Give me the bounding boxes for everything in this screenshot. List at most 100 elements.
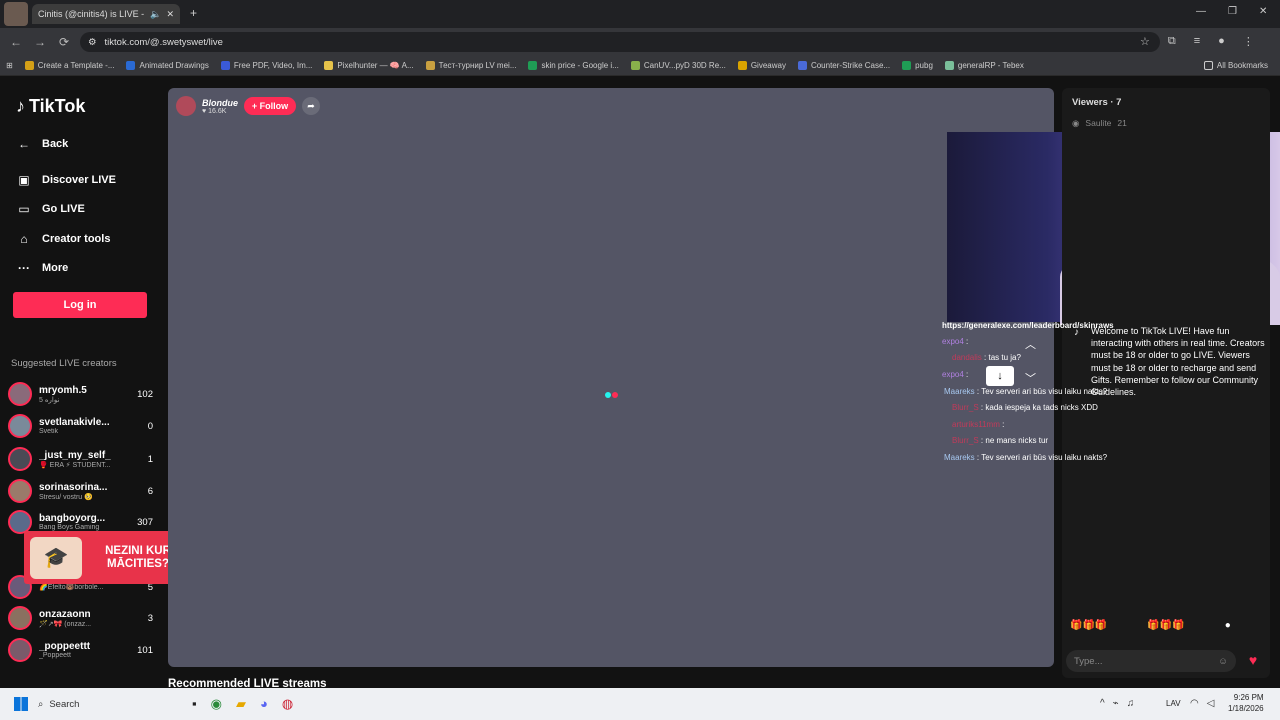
host-likes: 16.6K bbox=[208, 107, 227, 115]
avatar bbox=[8, 382, 32, 406]
coin-icon[interactable]: ● bbox=[1225, 620, 1231, 631]
chrome-icon[interactable]: ◉ bbox=[211, 696, 222, 712]
viewers-title: Viewers · 7 bbox=[1072, 97, 1122, 108]
chat-placeholder: Type... bbox=[1074, 655, 1103, 667]
tiktok-small-icon: ♪ bbox=[1074, 327, 1079, 338]
forward-arrow-icon[interactable]: → bbox=[28, 30, 52, 54]
nav-go-live[interactable]: ▭ Go LIVE bbox=[16, 202, 84, 216]
chevron-up-icon[interactable]: ︿ bbox=[1025, 336, 1036, 352]
site-info-icon[interactable]: ⚙ bbox=[88, 37, 97, 48]
restore-icon[interactable]: ❐ bbox=[1228, 6, 1237, 17]
stream-url-text: https://generalexe.com/leaderboard/skinr… bbox=[942, 321, 1114, 330]
search-icon: ⌕ bbox=[38, 698, 44, 710]
speaker-icon[interactable]: 🔈 bbox=[150, 9, 161, 20]
all-bookmarks[interactable]: All Bookmarks bbox=[1198, 61, 1274, 70]
gift-icon[interactable]: 🎁🎁🎁 bbox=[1147, 620, 1184, 631]
chat-message: Blurr_S : ne mans nicks tur bbox=[952, 436, 1049, 445]
avatar bbox=[8, 414, 32, 438]
network-icon[interactable]: ⌁ bbox=[1113, 698, 1119, 709]
back-arrow-icon[interactable]: ← bbox=[4, 30, 28, 54]
gift-row: 🎁🎁🎁 🎁🎁🎁 ● bbox=[1070, 620, 1231, 631]
gift-icon[interactable]: 🎁🎁🎁 bbox=[1070, 620, 1107, 631]
nav-creator-tools[interactable]: ⌂ Creator tools bbox=[16, 232, 110, 246]
viewer-badge-icon: ◉ bbox=[1072, 118, 1080, 128]
tiktok-logo[interactable]: ♪ TikTok bbox=[16, 96, 85, 117]
bookmark-item[interactable]: CanUV...pyD 30D Re... bbox=[625, 61, 732, 70]
chevron-up-tray-icon[interactable]: ^ bbox=[1100, 698, 1105, 709]
task-view-icon[interactable]: ▪ bbox=[192, 696, 197, 712]
apps-icon[interactable]: ⊞ bbox=[0, 61, 19, 70]
taskbar-search[interactable]: ⌕ Search bbox=[38, 695, 188, 713]
bookmark-item[interactable]: Тест-турнир LV mei... bbox=[420, 61, 523, 70]
avatar bbox=[8, 638, 32, 662]
brand-name: TikTok bbox=[29, 96, 86, 116]
live-video-player[interactable] bbox=[168, 88, 1054, 667]
loading-spinner-icon bbox=[605, 392, 618, 398]
discord-icon[interactable]: ◕ bbox=[260, 696, 268, 712]
taskbar-clock[interactable]: 9:26 PM 1/18/2026 bbox=[1228, 692, 1264, 714]
chat-message: Blurr_S : kada iespeja ka tads nicks XDD bbox=[952, 403, 1098, 412]
bookmark-item[interactable]: Create a Template -... bbox=[19, 61, 121, 70]
extensions-icon[interactable]: ⧉ bbox=[1168, 35, 1176, 48]
follow-button[interactable]: + Follow bbox=[244, 97, 296, 115]
wifi-icon[interactable]: ◠ bbox=[1190, 698, 1199, 709]
download-arrow-icon[interactable]: ↓ bbox=[986, 366, 1014, 386]
bookmark-item[interactable]: Pixelhunter — 🧠 A... bbox=[318, 61, 419, 70]
chevron-down-icon[interactable]: ﹀ bbox=[1025, 370, 1036, 386]
url-text: tiktok.com/@.swetyswet/live bbox=[104, 36, 223, 48]
top-viewer[interactable]: ◉ Saulite 21 bbox=[1072, 118, 1127, 129]
new-tab-icon[interactable]: + bbox=[190, 6, 197, 20]
bookmark-item[interactable]: Free PDF, Video, Im... bbox=[215, 61, 319, 70]
login-button[interactable]: Log in bbox=[13, 292, 147, 318]
bookmark-item[interactable]: Animated Drawings bbox=[120, 61, 214, 70]
host-name[interactable]: Blondue bbox=[202, 98, 238, 108]
file-explorer-icon[interactable]: ▰ bbox=[236, 696, 246, 712]
address-bar[interactable]: ⚙ tiktok.com/@.swetyswet/live bbox=[80, 32, 1160, 52]
bookmark-item[interactable]: skin price - Google i... bbox=[522, 61, 624, 70]
app-icon[interactable]: ◍ bbox=[282, 696, 293, 712]
mic-icon[interactable]: ♫ bbox=[1127, 698, 1135, 709]
share-icon[interactable]: ➦ bbox=[302, 97, 320, 115]
window-controls: — ❐ ✕ bbox=[1196, 6, 1267, 17]
avatar bbox=[8, 447, 32, 471]
bookmark-item[interactable]: generalRP - Tebex bbox=[939, 61, 1030, 70]
chat-message: arturiks11mm : bbox=[952, 420, 1005, 429]
star-icon[interactable]: ☆ bbox=[1140, 35, 1150, 48]
bookmark-item[interactable]: Counter-Strike Case... bbox=[792, 61, 896, 70]
like-heart-icon[interactable]: ♥ bbox=[1244, 652, 1262, 670]
emoji-icon[interactable]: ☺ bbox=[1218, 656, 1228, 667]
chat-message: Maareks : Tev serveri ari būs visu laiku… bbox=[944, 387, 1108, 396]
chat-message: Maareks : Tev serveri ari būs visu laiku… bbox=[944, 453, 1108, 462]
nav-more[interactable]: ··· More bbox=[16, 261, 68, 275]
welcome-message: Welcome to TikTok LIVE! Have fun interac… bbox=[1091, 326, 1265, 398]
language-indicator[interactable]: LAV bbox=[1166, 699, 1181, 708]
creator-row[interactable]: _just_my_self_ 🥊 ERA ⚡ STUDENT... 1 bbox=[8, 445, 153, 473]
browser-tab[interactable]: Cinitis (@cinitis4) is LIVE - 🔈 ✕ bbox=[32, 4, 180, 24]
menu-icon[interactable]: ⋮ bbox=[1243, 35, 1254, 48]
chat-message: expo4 : bbox=[942, 370, 969, 379]
minimize-icon[interactable]: — bbox=[1196, 6, 1206, 17]
creator-row[interactable]: svetlanakivle... Svetik 0 bbox=[8, 412, 153, 440]
reload-icon[interactable]: ⟳ bbox=[52, 30, 76, 54]
profile-avatar[interactable] bbox=[4, 2, 28, 26]
close-tab-icon[interactable]: ✕ bbox=[166, 9, 174, 20]
browser-tab-bar: Cinitis (@cinitis4) is LIVE - 🔈 ✕ + — ❐ … bbox=[0, 0, 1280, 28]
volume-icon[interactable]: ◁ bbox=[1207, 698, 1215, 709]
back-link[interactable]: ← Back bbox=[16, 137, 68, 151]
close-window-icon[interactable]: ✕ bbox=[1259, 6, 1267, 17]
bookmark-item[interactable]: Giveaway bbox=[732, 61, 792, 70]
creator-row[interactable]: mryomh.5 نواره 5 102 bbox=[8, 380, 153, 408]
system-tray: ^ ⌁ ♫ bbox=[1100, 698, 1134, 709]
creator-row[interactable]: _poppeettt _Poppeett 101 bbox=[8, 636, 153, 664]
chat-message: expo4 : bbox=[942, 337, 969, 346]
bookmark-item[interactable]: pubg bbox=[896, 61, 939, 70]
media-icon[interactable]: ≡ bbox=[1194, 35, 1200, 48]
account-icon[interactable]: ● bbox=[1218, 35, 1225, 48]
creator-row[interactable]: sorinasorina... Stresu/ vostru 🥺 6 bbox=[8, 477, 153, 505]
creator-row[interactable]: onzazaonn 🪄↗🎀 (onzaz... 3 bbox=[8, 604, 153, 632]
chat-input[interactable]: Type... ☺ bbox=[1066, 650, 1236, 672]
mascot-icon: 🎓 bbox=[30, 536, 82, 579]
nav-discover-live[interactable]: ▣ Discover LIVE bbox=[16, 173, 116, 187]
host-avatar[interactable] bbox=[176, 96, 196, 116]
windows-start-icon[interactable] bbox=[14, 697, 28, 711]
